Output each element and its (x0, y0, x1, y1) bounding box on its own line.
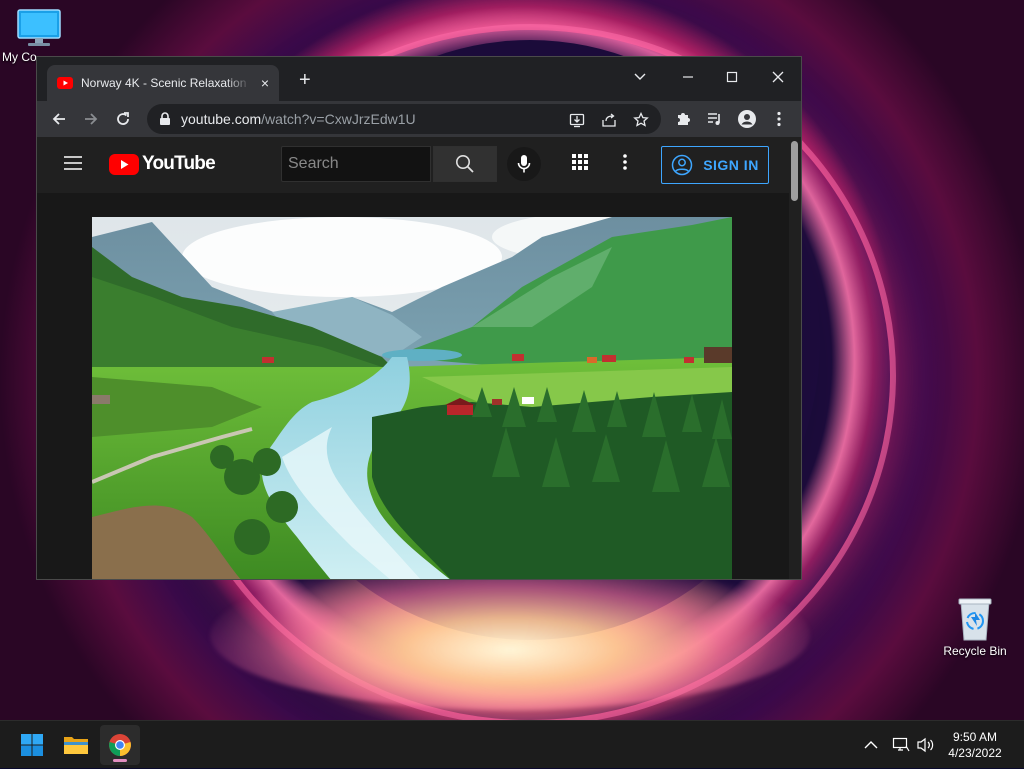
browser-window: Norway 4K - Scenic Relaxation Fi × + you (36, 56, 802, 580)
sign-in-label: SIGN IN (703, 157, 759, 173)
more-vertical-icon (623, 154, 627, 170)
browser-menu-button[interactable] (765, 105, 793, 133)
arrow-left-icon (52, 113, 65, 125)
youtube-logo[interactable]: YouTube (109, 153, 216, 175)
desktop-icon-recycle-bin[interactable]: Recycle Bin (935, 596, 1015, 658)
desktop-icon-label: Recycle Bin (943, 644, 1007, 658)
clock-date: 4/23/2022 (948, 746, 1002, 760)
avatar-icon (738, 110, 756, 128)
address-bar[interactable]: youtube.com/watch?v=CxwJrzEdw1U (147, 104, 661, 134)
grid-apps-icon (572, 154, 588, 170)
tab-search-button[interactable] (625, 63, 655, 91)
account-circle-icon (671, 154, 693, 176)
hamburger-icon (64, 156, 82, 170)
bookmark-button[interactable] (627, 106, 655, 134)
close-icon (772, 71, 784, 83)
youtube-favicon-icon (57, 77, 73, 89)
taskbar: 9:50 AM 4/23/2022 (0, 720, 1024, 768)
youtube-header: YouTube SIGN IN (37, 137, 789, 193)
reload-button[interactable] (109, 105, 137, 133)
show-hidden-icons-button[interactable] (864, 721, 878, 769)
back-button[interactable] (45, 105, 73, 133)
playlist-icon (708, 113, 720, 125)
volume-control[interactable] (916, 721, 936, 769)
minimize-button[interactable] (673, 63, 703, 91)
windows-logo-icon (21, 734, 43, 756)
share-button[interactable] (595, 106, 623, 134)
new-tab-button[interactable]: + (299, 70, 311, 90)
youtube-page: YouTube SIGN IN (37, 137, 789, 579)
puzzle-icon (678, 113, 690, 125)
video-frame-landscape (92, 217, 732, 579)
chevron-up-icon (864, 741, 878, 749)
monitor-icon (17, 9, 61, 46)
install-icon (569, 113, 585, 128)
speaker-icon (917, 737, 934, 753)
more-vertical-icon (777, 111, 781, 127)
recycle-bin-icon (958, 598, 992, 641)
scrollbar-thumb[interactable] (791, 141, 798, 201)
settings-menu-button[interactable] (623, 153, 627, 176)
share-icon (602, 113, 616, 127)
lock-icon (160, 112, 170, 125)
chrome-icon (109, 734, 131, 756)
chevron-down-icon (634, 73, 646, 80)
network-status[interactable] (892, 721, 910, 769)
tab-title: Norway 4K - Scenic Relaxation Fi (81, 76, 251, 90)
extensions-button[interactable] (669, 105, 697, 133)
maximize-icon (726, 71, 738, 83)
media-control-button[interactable] (701, 105, 729, 133)
profile-button[interactable] (733, 105, 761, 133)
active-indicator (113, 759, 127, 762)
browser-toolbar: youtube.com/watch?v=CxwJrzEdw1U (37, 101, 801, 137)
microphone-icon (517, 155, 531, 173)
clock-time: 9:50 AM (952, 730, 998, 744)
search-button[interactable] (433, 146, 497, 182)
search-icon (456, 155, 474, 173)
forward-button[interactable] (77, 105, 105, 133)
chrome-taskbar-button[interactable] (100, 725, 140, 765)
url-text: youtube.com/watch?v=CxwJrzEdw1U (181, 111, 416, 127)
browser-tab-active[interactable]: Norway 4K - Scenic Relaxation Fi × (47, 65, 279, 101)
wallpaper-glow-bottom (210, 560, 810, 710)
system-clock[interactable]: 9:50 AM 4/23/2022 (940, 729, 1010, 761)
file-explorer-button[interactable] (56, 725, 96, 765)
start-button[interactable] (12, 725, 52, 765)
video-player[interactable] (92, 217, 732, 579)
search-input[interactable] (281, 146, 431, 182)
youtube-apps-button[interactable] (571, 153, 589, 176)
maximize-button[interactable] (717, 63, 747, 91)
close-window-button[interactable] (763, 63, 793, 91)
reload-icon (117, 112, 129, 125)
install-app-button[interactable] (563, 106, 591, 134)
page-scrollbar[interactable] (789, 137, 801, 579)
network-icon (892, 737, 910, 752)
youtube-logo-text: YouTube (142, 153, 216, 174)
arrow-right-icon (85, 113, 98, 125)
minimize-icon (683, 76, 693, 78)
tab-close-icon[interactable]: × (261, 75, 269, 91)
sign-in-button[interactable]: SIGN IN (661, 146, 769, 184)
youtube-play-logo-icon (109, 153, 139, 175)
folder-icon (64, 737, 88, 754)
voice-search-button[interactable] (507, 147, 541, 181)
tab-strip: Norway 4K - Scenic Relaxation Fi × + (37, 57, 801, 101)
guide-menu-button[interactable] (63, 155, 83, 176)
star-icon (633, 112, 649, 127)
